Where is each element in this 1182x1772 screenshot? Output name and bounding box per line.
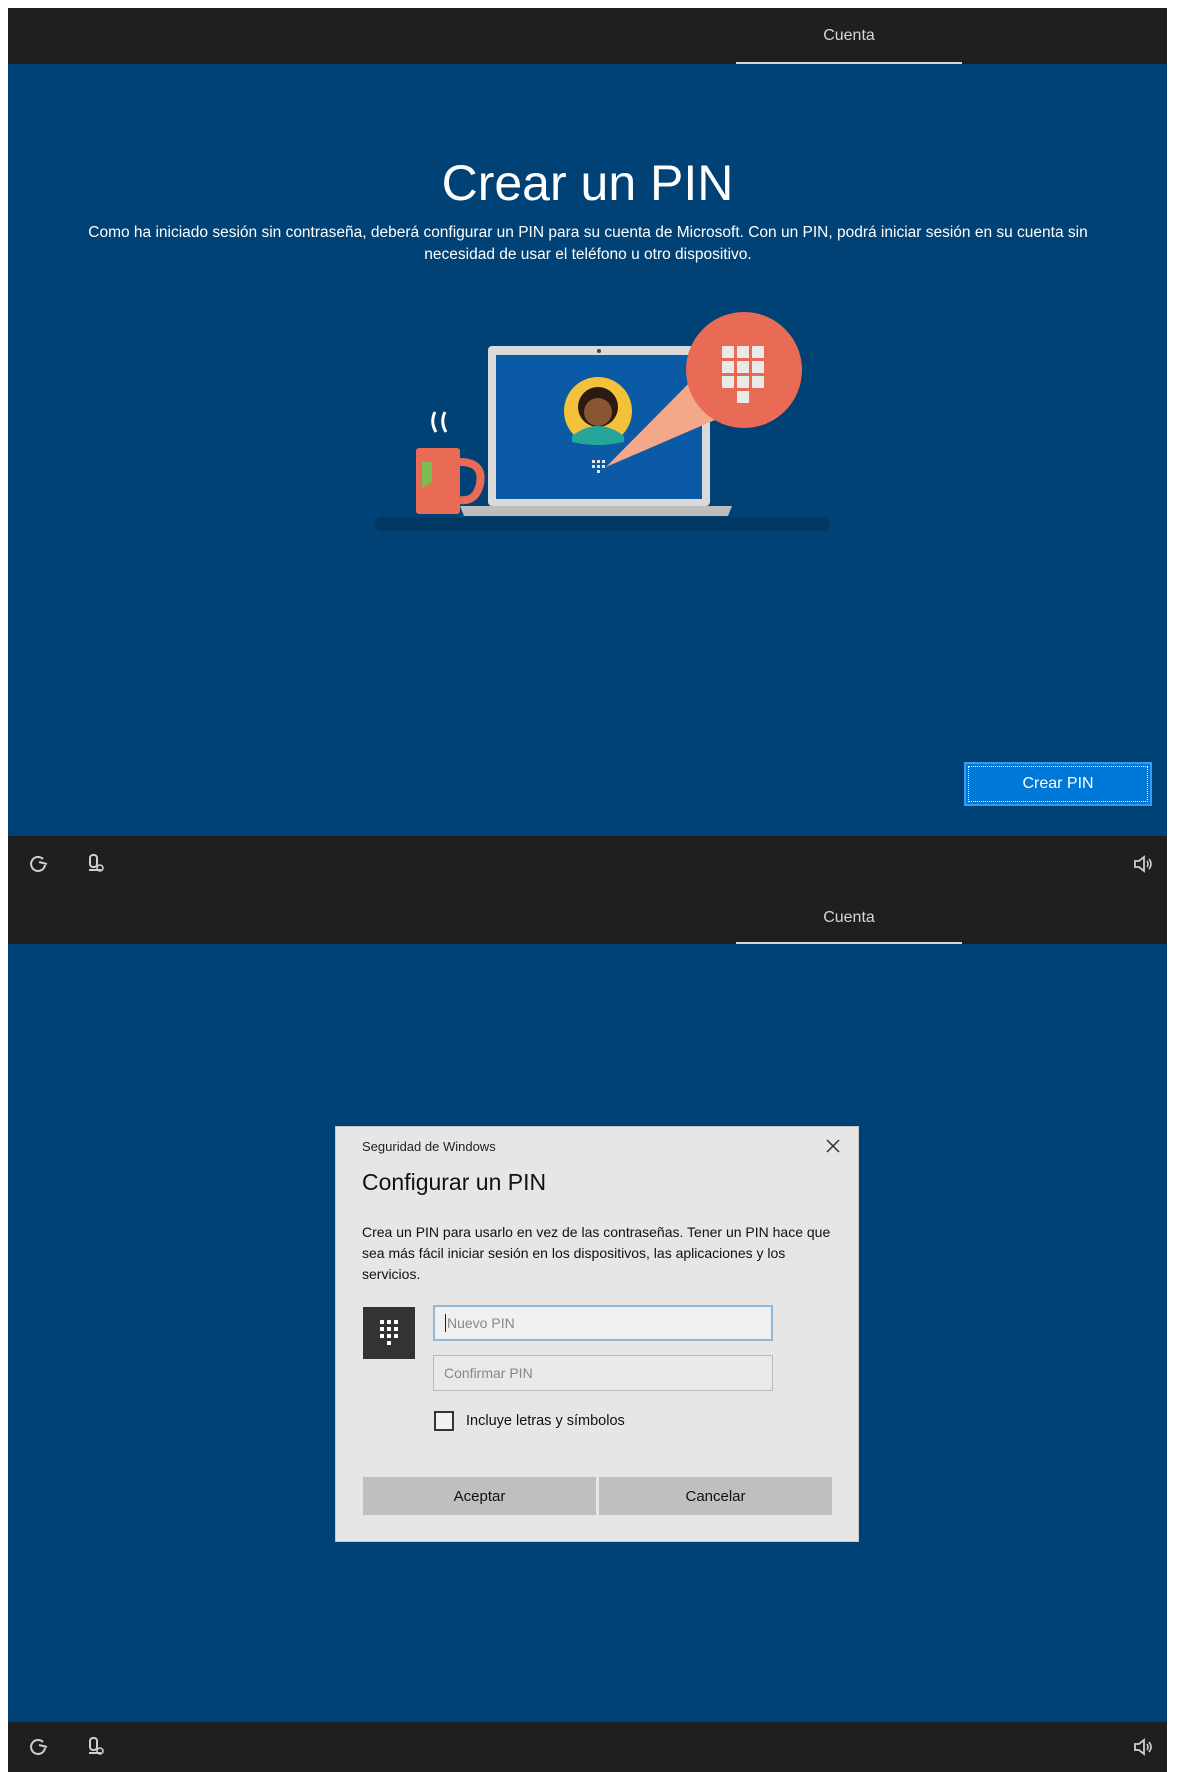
dialog-caption: Seguridad de Windows: [362, 1139, 496, 1154]
ease-of-access-icon[interactable]: [28, 853, 50, 875]
tab-cuenta: Cuenta: [736, 892, 962, 944]
windows-security-dialog: Seguridad de Windows Configurar un PIN C…: [335, 1126, 859, 1542]
volume-icon[interactable]: [1132, 853, 1154, 875]
illustration-shadow: [375, 517, 830, 531]
page-description: Como ha iniciado sesión sin contraseña, …: [88, 224, 1088, 263]
confirm-pin-field[interactable]: Confirmar PIN: [433, 1355, 773, 1391]
new-pin-field[interactable]: Nuevo PIN: [433, 1305, 773, 1341]
volume-icon[interactable]: [1132, 1736, 1154, 1758]
include-letters-checkbox[interactable]: [434, 1411, 454, 1431]
bottom-bar: [8, 836, 1167, 892]
text-caret: [445, 1314, 446, 1332]
top-bar: Cuenta: [8, 8, 1167, 64]
tab-cuenta-label: Cuenta: [823, 27, 875, 44]
include-letters-label[interactable]: Incluye letras y símbolos: [466, 1411, 625, 1431]
microphone-icon[interactable]: [84, 1736, 106, 1758]
bottom-bar: [8, 1722, 1167, 1772]
pin-illustration: [375, 312, 830, 531]
confirm-pin-placeholder: Confirmar PIN: [444, 1365, 533, 1381]
microphone-icon[interactable]: [84, 853, 106, 875]
ease-of-access-icon[interactable]: [28, 1736, 50, 1758]
new-pin-placeholder: Nuevo PIN: [447, 1315, 515, 1331]
dialog-text: Crea un PIN para usarlo en vez de las co…: [362, 1224, 831, 1282]
tab-cuenta: Cuenta: [736, 8, 962, 64]
dialog-title: Configurar un PIN: [362, 1169, 547, 1195]
laptop-base: [460, 506, 732, 516]
accept-button[interactable]: Aceptar: [363, 1477, 596, 1515]
create-pin-button[interactable]: Crear PIN: [964, 762, 1152, 806]
cancel-button[interactable]: Cancelar: [599, 1477, 832, 1515]
top-bar: Cuenta: [8, 892, 1167, 944]
page-title: Crear un PIN: [441, 155, 734, 211]
tab-cuenta-label: Cuenta: [823, 909, 875, 926]
close-icon[interactable]: [822, 1135, 844, 1157]
oobe-screen-create-pin: Crear un PIN Como ha iniciado sesión sin…: [8, 64, 1167, 836]
keypad-icon: [363, 1307, 415, 1359]
